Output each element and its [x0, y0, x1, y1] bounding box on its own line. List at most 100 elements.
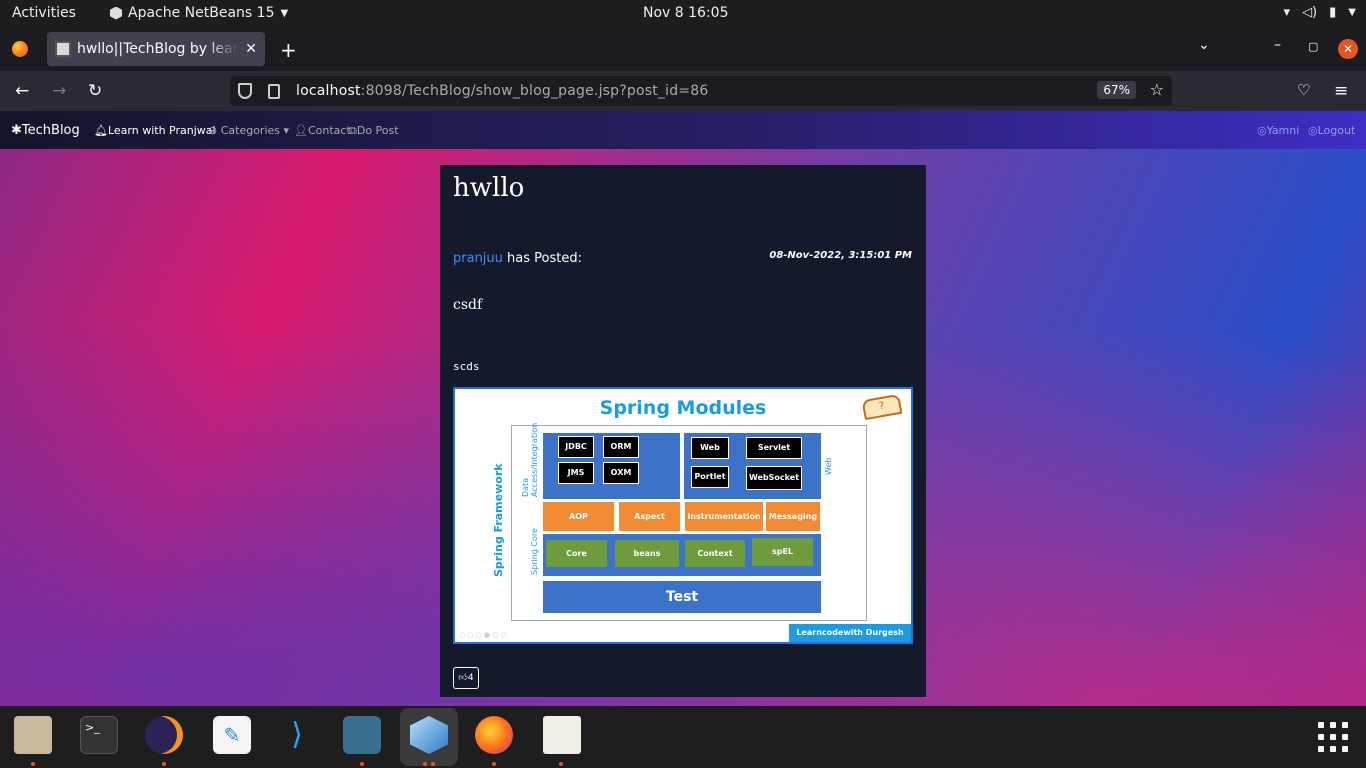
maximize-icon[interactable]: ▢ — [1308, 40, 1318, 53]
nav-logout-label: Logout — [1317, 124, 1356, 137]
module-oxm: OXM — [603, 462, 639, 484]
chevron-down-icon: ▼ — [280, 7, 289, 19]
site-brand[interactable]: ✱TechBlog — [11, 123, 80, 138]
browser-tab[interactable]: hwllo||TechBlog by learn ✕ — [47, 32, 265, 66]
module-jdbc: JDBC — [558, 436, 594, 458]
browser-tab-bar: hwllo||TechBlog by learn ✕ + ⌄ – ▢ — [0, 27, 1366, 71]
post-title: hwllo — [453, 173, 525, 203]
nav-learn-label: Learn with Pranjwal — [107, 124, 216, 137]
mysql-workbench-icon[interactable] — [343, 716, 381, 754]
firefox-icon[interactable] — [475, 716, 513, 754]
brand-label: TechBlog — [21, 123, 80, 138]
eclipse-icon[interactable] — [145, 716, 183, 754]
nav-do-post-label: Do Post — [356, 124, 399, 137]
running-indicator — [559, 762, 563, 766]
nav-learn[interactable]: 🔔︎Learn with Pranjwal — [94, 124, 216, 137]
chevron-down-icon: ▼ — [1348, 7, 1356, 18]
module-portlet: Portlet — [691, 466, 729, 488]
firefox-menu-icon[interactable] — [12, 41, 28, 57]
thumbs-up-icon: 👍︎ — [458, 673, 468, 683]
wifi-icon: ▾ — [1283, 5, 1291, 20]
show-apps-icon[interactable] — [1318, 722, 1348, 752]
module-websocket: WebSocket — [746, 466, 802, 490]
posted-text: has Posted: — [507, 251, 582, 266]
bookmark-star-icon[interactable]: ☆ — [1150, 80, 1164, 99]
browser-nav-bar: ← → ↻ localhost:8098/TechBlog/show_blog_… — [0, 71, 1366, 111]
module-messaging: Messaging — [766, 502, 820, 531]
activities-button[interactable]: Activities — [12, 5, 76, 21]
app-menu[interactable]: Apache NetBeans 15 ▼ — [110, 5, 288, 21]
volume-icon: ◁) — [1302, 5, 1318, 20]
url-host: localhost — [296, 83, 361, 99]
module-beans: beans — [615, 540, 679, 567]
running-indicator — [431, 762, 435, 766]
files-icon[interactable] — [14, 716, 52, 754]
post-byline: pranjuu has Posted: — [453, 251, 582, 266]
window-close-button[interactable]: ✕ — [1338, 39, 1358, 59]
battery-icon: ▮ — [1329, 5, 1337, 20]
close-tab-icon[interactable]: ✕ — [245, 41, 257, 57]
module-jms: JMS — [558, 462, 594, 484]
module-context: Context — [685, 540, 745, 567]
post-card: hwllo pranjuu has Posted: 08-Nov-2022, 3… — [440, 165, 926, 697]
new-tab-button[interactable]: + — [280, 38, 297, 62]
like-button[interactable]: 👍︎4 — [453, 667, 479, 689]
nav-categories-label: Categories — [220, 124, 281, 137]
page-info-icon[interactable] — [268, 83, 280, 99]
running-indicator — [31, 762, 35, 766]
slide-dots: ○ ○ ○ ● ○ ○ — [459, 631, 507, 639]
menu-icon[interactable]: ≡ — [1334, 81, 1348, 101]
pocket-icon[interactable]: ♡ — [1297, 81, 1310, 99]
running-indicator — [360, 762, 364, 766]
data-label: Data Access/Integration — [521, 422, 539, 497]
minimize-icon[interactable]: – — [1274, 37, 1281, 53]
image-brand: Learncodewith Durgesh — [789, 624, 911, 642]
post-date: 08-Nov-2022, 3:15:01 PM — [769, 250, 912, 261]
like-count: 4 — [467, 673, 474, 683]
url-path: :8098/TechBlog/show_blog_page.jsp?post_i… — [360, 83, 709, 99]
post-content: csdf — [453, 297, 483, 313]
forward-icon[interactable]: → — [52, 81, 66, 101]
author-link[interactable]: pranjuu — [453, 251, 503, 266]
app-menu-label: Apache NetBeans 15 — [128, 5, 275, 21]
module-test: Test — [543, 581, 821, 613]
system-tray[interactable]: ▾ ◁) ▮ ▼ — [1284, 5, 1356, 20]
site-navbar: ✱TechBlog 🔔︎Learn with Pranjwal ⊘ Catego… — [0, 111, 1366, 149]
post-image: Spring Modules ? Spring Framework Data A… — [453, 387, 913, 644]
vscode-icon[interactable]: ⟩ — [278, 716, 316, 754]
module-orm: ORM — [603, 436, 639, 458]
post-code: scds — [453, 360, 480, 373]
reload-icon[interactable]: ↻ — [88, 81, 102, 101]
favicon-icon — [55, 41, 71, 57]
text-editor-icon[interactable]: ✎ — [213, 716, 251, 754]
nav-logout[interactable]: ◎Logout — [1308, 124, 1355, 137]
core-label: Spring Core — [530, 528, 539, 575]
module-core: Core — [546, 540, 607, 567]
nav-user[interactable]: ◎Yamni — [1257, 124, 1299, 137]
shield-icon[interactable] — [238, 83, 252, 99]
clock[interactable]: Nov 8 16:05 — [643, 5, 728, 21]
running-indicator — [423, 762, 427, 766]
dock: >_ ✎ ⟩ — [0, 706, 1366, 768]
system-top-bar: Activities Apache NetBeans 15 ▼ Nov 8 16… — [0, 0, 1366, 27]
web-page: ✱TechBlog 🔔︎Learn with Pranjwal ⊘ Catego… — [0, 111, 1366, 706]
tab-title: hwllo||TechBlog by learn — [77, 41, 240, 57]
module-spel: spEL — [752, 538, 813, 566]
nav-user-label: Yamni — [1266, 124, 1300, 137]
terminal-icon[interactable]: >_ — [80, 716, 118, 754]
zoom-indicator[interactable]: 67% — [1097, 81, 1136, 99]
document-viewer-icon[interactable] — [543, 716, 581, 754]
nav-contact-label: Contact — [307, 124, 351, 137]
running-indicator — [162, 762, 166, 766]
web-label: Web — [824, 457, 833, 475]
running-indicator — [492, 762, 496, 766]
url-text[interactable]: localhost:8098/TechBlog/show_blog_page.j… — [296, 83, 708, 99]
list-tabs-icon[interactable]: ⌄ — [1198, 37, 1210, 53]
nav-contact[interactable]: 👤︎Contact — [294, 124, 351, 137]
module-aspect: Aspect — [619, 502, 680, 531]
url-bar[interactable]: localhost:8098/TechBlog/show_blog_page.j… — [230, 76, 1172, 106]
back-icon[interactable]: ← — [15, 81, 29, 101]
module-servlet: Servlet — [746, 437, 802, 459]
nav-do-post[interactable]: ⧉Do Post — [349, 124, 399, 138]
nav-categories[interactable]: ⊘ Categories ▾ — [208, 124, 289, 137]
